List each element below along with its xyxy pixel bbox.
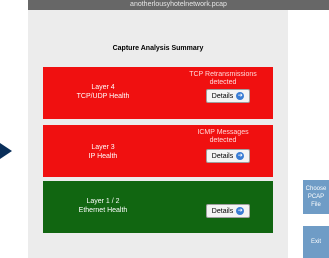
summary-title: Capture Analysis Summary <box>112 45 204 52</box>
details-button-label: Details <box>211 152 234 160</box>
layer4-panel: Layer 4 TCP/UDP Health TCP Retransmissio… <box>43 67 273 119</box>
layer3-status-line1: ICMP Messages <box>197 129 249 136</box>
layer3-panel: Layer 3 IP Health ICMP Messages detected… <box>43 125 273 177</box>
layer4-label: Layer 4 TCP/UDP Health <box>63 83 143 101</box>
layer3-label: Layer 3 IP Health <box>63 143 143 161</box>
layer3-status: ICMP Messages detected <box>183 129 263 145</box>
layer3-details-button[interactable]: Details ➜ <box>206 149 250 163</box>
layer12-label: Layer 1 / 2 Ethernet Health <box>63 197 143 215</box>
arrow-right-circle-icon: ➜ <box>236 152 245 160</box>
layer4-details-button[interactable]: Details ➜ <box>206 89 250 103</box>
arrow-right-circle-icon: ➜ <box>236 92 245 100</box>
layer12-details-button[interactable]: Details ➜ <box>206 204 250 218</box>
exit-button[interactable]: Exit <box>303 226 329 258</box>
layer3-label-line1: Layer 3 <box>91 144 115 151</box>
layer12-label-line2: Ethernet Health <box>78 207 128 214</box>
arrow-right-circle-icon: ➜ <box>236 207 245 215</box>
layer4-status-line1: TCP Retransmissions <box>189 71 257 78</box>
details-button-label: Details <box>211 207 234 215</box>
layer3-label-line2: IP Health <box>88 153 118 160</box>
triangle-right-icon <box>0 143 12 159</box>
layer4-label-line1: Layer 4 <box>91 84 115 91</box>
layer4-status: TCP Retransmissions detected <box>183 71 263 87</box>
layer4-status-line2: detected <box>209 79 237 86</box>
layer12-panel: Layer 1 / 2 Ethernet Health Details ➜ <box>43 181 273 233</box>
layer12-label-line1: Layer 1 / 2 <box>86 198 120 205</box>
choose-pcap-file-button[interactable]: Choose PCAP File <box>303 180 329 214</box>
analysis-window: Capture Analysis Summary Layer 4 TCP/UDP… <box>28 10 288 258</box>
window-title: anotherlousyhotelnetwork.pcap <box>28 0 329 10</box>
details-button-label: Details <box>211 92 234 100</box>
layer3-status-line2: detected <box>209 137 237 144</box>
app-root: anotherlousyhotelnetwork.pcap Capture An… <box>0 0 329 258</box>
layer4-label-line2: TCP/UDP Health <box>76 93 130 100</box>
